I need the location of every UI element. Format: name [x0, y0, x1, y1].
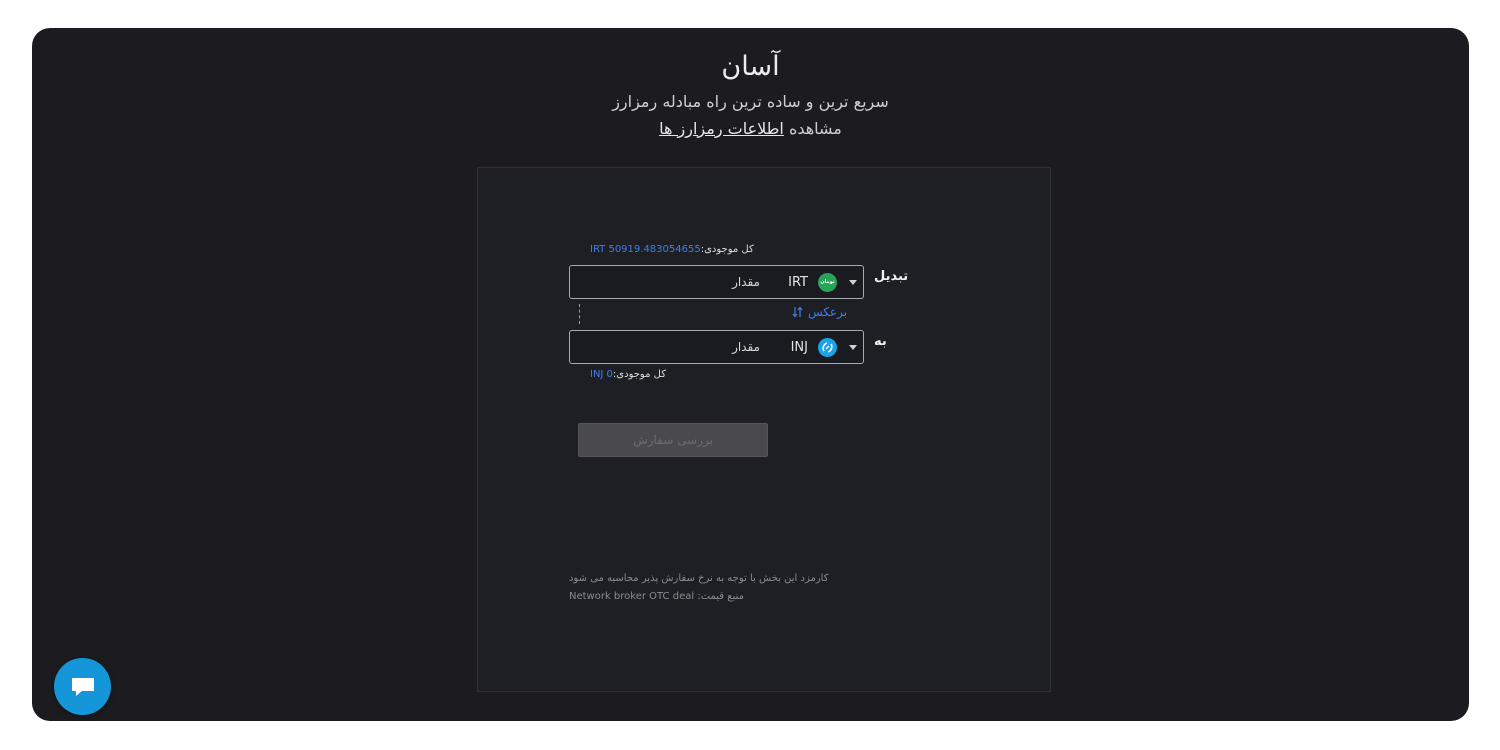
fee-note: کارمزد این بخش با توجه به نرخ سفارش پذیر…: [569, 573, 829, 584]
to-currency-select[interactable]: INJ: [791, 336, 857, 358]
from-amount-field: IRT تومان: [569, 265, 864, 299]
chat-bubble-icon: [71, 677, 94, 696]
from-currency-code: IRT: [788, 274, 808, 290]
from-balance-value[interactable]: IRT 50919.483054655: [590, 244, 701, 255]
support-chat-button[interactable]: [54, 658, 111, 715]
to-amount-field: INJ: [569, 330, 864, 364]
to-currency-code: INJ: [790, 339, 808, 355]
review-order-button[interactable]: بررسی سفارش: [578, 423, 768, 457]
page-title: آسان: [721, 51, 780, 82]
injective-coin-icon: [818, 337, 837, 357]
reverse-button[interactable]: برعکس: [792, 305, 847, 319]
view-prefix: مشاهده: [788, 119, 842, 138]
chevron-down-icon: [849, 279, 857, 285]
price-source-note: منبع قیمت: Network broker OTC deal: [569, 591, 744, 602]
to-balance-label: کل موجودی:: [612, 369, 666, 380]
from-amount-input[interactable]: [576, 270, 762, 294]
from-balance: کل موجودی:IRT 50919.483054655: [590, 244, 754, 255]
exchange-panel: کل موجودی:IRT 50919.483054655 تبدیل IRT …: [477, 167, 1051, 692]
app-frame: آسان سریع ترین و ساده ترین راه مبادله رم…: [32, 28, 1469, 721]
from-field-label: تبدیل: [874, 269, 909, 284]
crypto-info-link[interactable]: اطلاعات رمزارز ها: [659, 119, 784, 138]
swap-arrows-icon: [792, 306, 803, 318]
from-currency-select[interactable]: IRT تومان: [788, 271, 857, 293]
reverse-label: برعکس: [808, 305, 848, 319]
to-balance: کل موجودی:INJ 0: [590, 369, 666, 380]
to-balance-value[interactable]: INJ 0: [590, 369, 613, 380]
chevron-down-icon: [849, 344, 857, 350]
toman-coin-icon: تومان: [818, 272, 837, 292]
connector-line: [579, 304, 580, 324]
crypto-info-line: مشاهده اطلاعات رمزارز ها: [32, 117, 1469, 141]
page-subtitle: سریع ترین و ساده ترین راه مبادله رمزارز: [612, 92, 889, 111]
to-field-label: به: [874, 334, 887, 349]
from-balance-label: کل موجودی:: [700, 244, 754, 255]
to-amount-input[interactable]: [576, 335, 762, 359]
